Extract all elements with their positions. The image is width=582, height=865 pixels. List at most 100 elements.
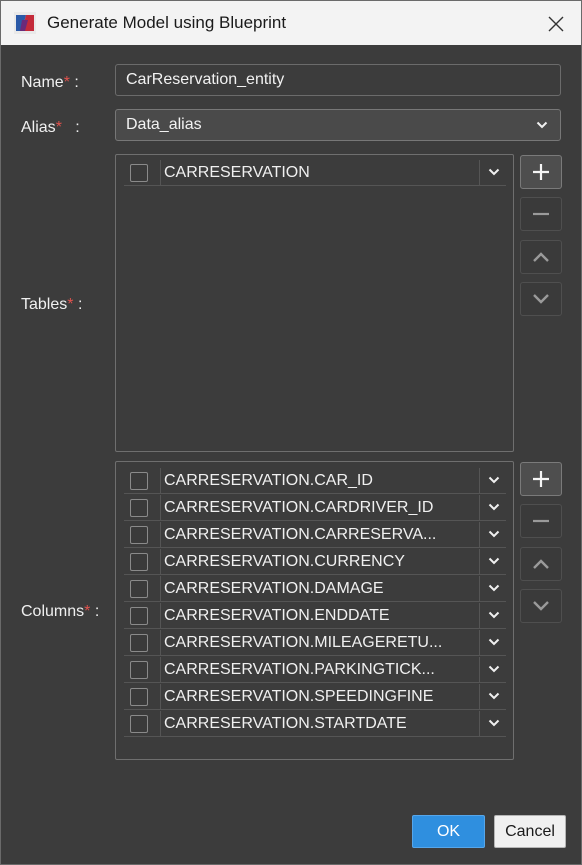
tables-move-down-button[interactable]: [520, 282, 562, 316]
divider: [479, 495, 480, 521]
alias-selected-value: Data_alias: [126, 116, 202, 133]
row-dropdown[interactable]: [484, 162, 504, 182]
columns-move-down-button[interactable]: [520, 589, 562, 623]
columns-label: Columns* :: [21, 603, 100, 620]
row-dropdown[interactable]: [484, 713, 504, 733]
columns-list[interactable]: CARRESERVATION.CAR_ID CARRESERVATION.CAR…: [115, 461, 514, 760]
row-checkbox[interactable]: [130, 499, 148, 517]
row-dropdown[interactable]: [484, 524, 504, 544]
title-bar: Generate Model using Blueprint: [1, 1, 581, 45]
divider: [479, 468, 480, 494]
tables-move-up-button[interactable]: [520, 240, 562, 274]
columns-move-up-button[interactable]: [520, 547, 562, 581]
divider: [479, 657, 480, 683]
row-label: CARRESERVATION.CARDRIVER_ID: [164, 499, 434, 516]
row-label: CARRESERVATION: [164, 164, 310, 181]
chevron-down-icon: [488, 476, 500, 484]
table-row[interactable]: CARRESERVATION: [124, 160, 506, 186]
row-checkbox[interactable]: [130, 715, 148, 733]
column-row[interactable]: CARRESERVATION.CARRESERVA...: [124, 522, 506, 548]
column-row[interactable]: CARRESERVATION.CARDRIVER_ID: [124, 495, 506, 521]
row-checkbox[interactable]: [130, 634, 148, 652]
divider: [160, 160, 161, 186]
row-label: CARRESERVATION.MILEAGERETU...: [164, 634, 443, 651]
divider: [479, 630, 480, 656]
divider: [160, 684, 161, 710]
row-checkbox[interactable]: [130, 164, 148, 182]
required-marker: *: [67, 296, 74, 313]
tables-remove-button[interactable]: [520, 197, 562, 231]
name-label: Name* :: [21, 74, 79, 91]
divider: [479, 549, 480, 575]
column-row[interactable]: CARRESERVATION.MILEAGERETU...: [124, 630, 506, 656]
chevron-down-icon: [488, 611, 500, 619]
chevron-down-icon: [488, 168, 500, 176]
tables-add-button[interactable]: [520, 155, 562, 189]
move-up-icon: [533, 252, 549, 262]
divider: [479, 711, 480, 737]
add-icon: [533, 164, 549, 180]
column-row[interactable]: CARRESERVATION.ENDDATE: [124, 603, 506, 629]
row-dropdown[interactable]: [484, 659, 504, 679]
move-down-icon: [533, 294, 549, 304]
row-checkbox[interactable]: [130, 607, 148, 625]
move-down-icon: [533, 601, 549, 611]
chevron-down-icon: [488, 584, 500, 592]
column-row[interactable]: CARRESERVATION.DAMAGE: [124, 576, 506, 602]
column-row[interactable]: CARRESERVATION.STARTDATE: [124, 711, 506, 737]
app-logo-icon: [14, 12, 36, 34]
divider: [479, 684, 480, 710]
close-button[interactable]: [542, 10, 570, 38]
divider: [160, 549, 161, 575]
name-input[interactable]: CarReservation_entity: [115, 64, 561, 96]
column-row[interactable]: CARRESERVATION.PARKINGTICK...: [124, 657, 506, 683]
chevron-down-icon: [488, 638, 500, 646]
alias-dropdown[interactable]: Data_alias: [115, 109, 561, 141]
dialog-window: Generate Model using Blueprint Name* : C…: [0, 0, 582, 865]
row-checkbox[interactable]: [130, 580, 148, 598]
row-label: CARRESERVATION.ENDDATE: [164, 607, 390, 624]
window-title: Generate Model using Blueprint: [47, 13, 287, 32]
row-dropdown[interactable]: [484, 578, 504, 598]
row-dropdown[interactable]: [484, 605, 504, 625]
ok-button[interactable]: OK: [412, 815, 485, 848]
columns-remove-button[interactable]: [520, 504, 562, 538]
row-label: CARRESERVATION.CAR_ID: [164, 472, 373, 489]
divider: [160, 603, 161, 629]
name-input-value: CarReservation_entity: [126, 71, 285, 88]
chevron-down-icon: [536, 121, 548, 129]
column-row[interactable]: CARRESERVATION.CURRENCY: [124, 549, 506, 575]
divider: [160, 522, 161, 548]
row-dropdown[interactable]: [484, 632, 504, 652]
move-up-icon: [533, 559, 549, 569]
chevron-down-icon: [488, 503, 500, 511]
divider: [160, 630, 161, 656]
row-checkbox[interactable]: [130, 472, 148, 490]
row-dropdown[interactable]: [484, 470, 504, 490]
row-checkbox[interactable]: [130, 661, 148, 679]
add-icon: [533, 471, 549, 487]
row-label: CARRESERVATION.SPEEDINGFINE: [164, 688, 434, 705]
row-label: CARRESERVATION.CARRESERVA...: [164, 526, 437, 543]
divider: [479, 160, 480, 186]
close-icon: [548, 16, 564, 32]
row-checkbox[interactable]: [130, 526, 148, 544]
row-checkbox[interactable]: [130, 553, 148, 571]
column-row[interactable]: CARRESERVATION.SPEEDINGFINE: [124, 684, 506, 710]
columns-add-button[interactable]: [520, 462, 562, 496]
row-dropdown[interactable]: [484, 686, 504, 706]
column-row[interactable]: CARRESERVATION.CAR_ID: [124, 468, 506, 494]
remove-icon: [533, 519, 549, 523]
row-checkbox[interactable]: [130, 688, 148, 706]
alias-label: Alias* :: [21, 119, 80, 136]
chevron-down-icon: [488, 557, 500, 565]
tables-list[interactable]: CARRESERVATION: [115, 154, 514, 452]
required-marker: *: [63, 74, 70, 91]
row-dropdown[interactable]: [484, 551, 504, 571]
row-dropdown[interactable]: [484, 497, 504, 517]
divider: [160, 468, 161, 494]
cancel-button[interactable]: Cancel: [494, 815, 566, 848]
row-label: CARRESERVATION.STARTDATE: [164, 715, 407, 732]
required-marker: *: [84, 603, 91, 620]
row-label: CARRESERVATION.PARKINGTICK...: [164, 661, 435, 678]
